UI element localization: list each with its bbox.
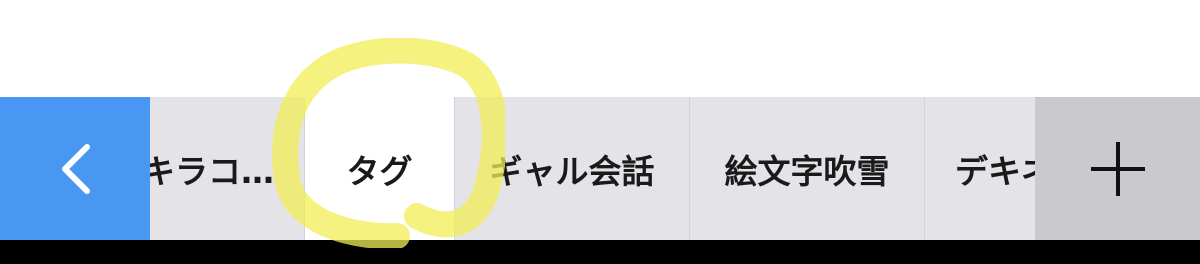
- tab-gal-kaiwa[interactable]: ギャル会話: [455, 97, 690, 240]
- tab-label: キラコ…: [150, 151, 274, 191]
- tab-emoji-fubuki[interactable]: 絵文字吹雪: [690, 97, 925, 240]
- tab-label: タグ: [346, 151, 413, 191]
- tab-label: ギャル会話: [489, 151, 655, 191]
- tab-label: 絵文字吹雪: [724, 151, 890, 191]
- tab-kirako[interactable]: キラコ…: [150, 97, 305, 240]
- tab-bar: キラコ… タグ ギャル会話 絵文字吹雪 デキネ: [0, 97, 1200, 240]
- add-tab-button[interactable]: [1035, 97, 1200, 240]
- tab-dekine[interactable]: デキネ: [925, 97, 1035, 240]
- bottom-edge: [0, 240, 1200, 264]
- plus-icon: [1090, 141, 1145, 196]
- tab-label: デキネ: [955, 151, 1035, 191]
- back-button[interactable]: [0, 97, 150, 240]
- tab-tag[interactable]: タグ: [305, 97, 455, 240]
- tab-strip: キラコ… タグ ギャル会話 絵文字吹雪 デキネ: [150, 97, 1035, 240]
- chevron-left-icon: [62, 143, 90, 194]
- screen: キラコ… タグ ギャル会話 絵文字吹雪 デキネ: [0, 0, 1200, 264]
